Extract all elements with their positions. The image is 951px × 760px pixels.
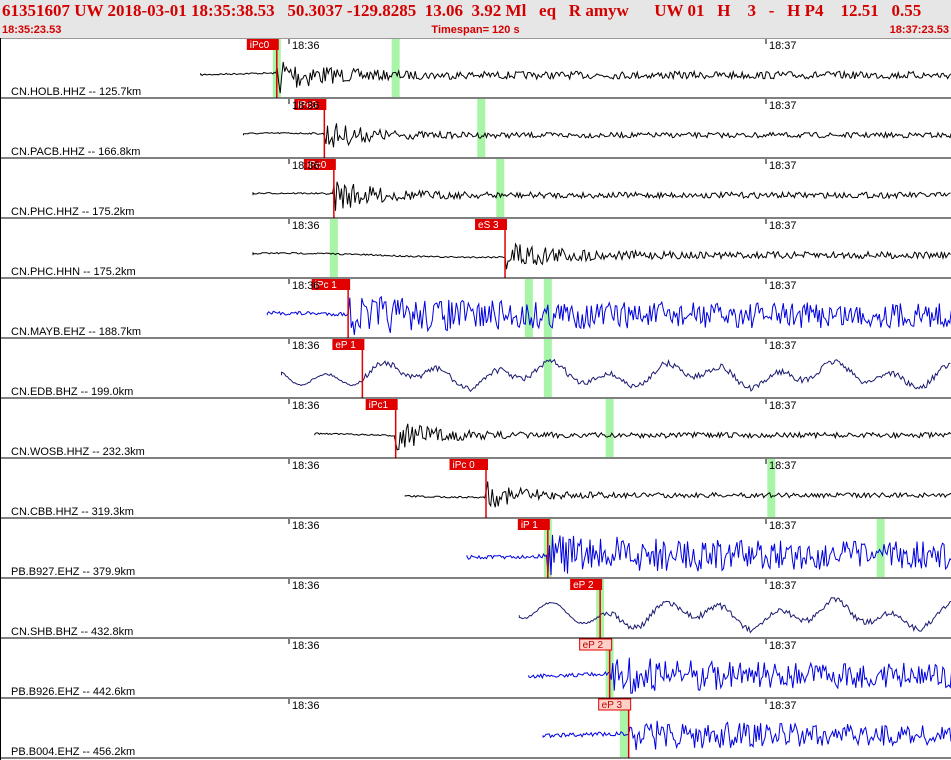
time-label: 18:36 [292, 580, 320, 592]
time-label: 18:37 [769, 520, 797, 532]
time-label: 18:36 [292, 400, 320, 412]
waveform-trace [252, 242, 951, 270]
time-label: 18:37 [769, 220, 797, 232]
station-label: CN.WOSB.HHZ -- 232.3km [11, 446, 145, 458]
waveform-trace [266, 295, 951, 336]
time-label: 18:36 [292, 520, 320, 532]
time-label: 18:36 [292, 40, 320, 52]
time-label: 18:37 [769, 460, 797, 472]
time-label: 18:36 [292, 220, 320, 232]
station-label: CN.PHC.HHN -- 175.2km [11, 266, 136, 278]
station-label: CN.PACB.HHZ -- 166.8km [11, 146, 140, 158]
time-label: 18:37 [769, 580, 797, 592]
station-label: CN.PHC.HHZ -- 175.2km [11, 206, 134, 218]
travel-time-marker [329, 219, 338, 277]
end-time-label: 18:37:23.53 [889, 24, 949, 36]
time-label: 18:36 [292, 100, 320, 112]
travel-time-marker [543, 339, 552, 397]
waveform-trace [281, 358, 951, 393]
station-label: PB.B927.EHZ -- 379.9km [11, 566, 135, 578]
pick-flag-label: iP 1 [521, 520, 538, 531]
waveform-trace [200, 61, 951, 94]
pick-flag-label: eP 2 [583, 640, 604, 651]
time-label: 18:37 [769, 280, 797, 292]
travel-time-marker [524, 279, 533, 337]
pick-flag-label: iPc1 [369, 400, 389, 411]
station-label: CN.MAYB.EHZ -- 188.7km [11, 326, 141, 338]
waveform-trace [243, 123, 951, 148]
time-label: 18:37 [769, 400, 797, 412]
event-summary-title: 61351607 UW 2018-03-01 18:35:38.53 50.30… [2, 1, 922, 20]
time-label: 18:37 [769, 100, 797, 112]
time-label: 18:36 [292, 280, 320, 292]
pick-flag-label: iPc0 [250, 40, 270, 51]
station-label: CN.CBB.HHZ -- 319.3km [11, 506, 134, 518]
time-label: 18:37 [769, 700, 797, 712]
time-label: 18:36 [292, 640, 320, 652]
travel-time-marker [391, 39, 400, 97]
time-label: 18:37 [769, 160, 797, 172]
timespan-label: Timespan= 120 s [431, 24, 520, 36]
time-label: 18:37 [769, 640, 797, 652]
waveform-trace [518, 597, 951, 634]
time-label: 18:36 [292, 460, 320, 472]
waveform-trace [252, 181, 951, 211]
time-label: 18:37 [769, 40, 797, 52]
time-label: 18:36 [292, 340, 320, 352]
pick-flag-label: eS 3 [478, 220, 499, 231]
pick-flag-label: eP 3 [602, 700, 623, 711]
event-header: 61351607 UW 2018-03-01 18:35:38.53 50.30… [0, 0, 951, 39]
waveform-trace [404, 481, 951, 508]
time-label: 18:37 [769, 340, 797, 352]
travel-time-marker [496, 159, 505, 217]
station-label: PB.B926.EHZ -- 442.6km [11, 686, 135, 698]
travel-time-marker [477, 99, 486, 157]
waveform-trace [314, 423, 951, 451]
seismogram-panels[interactable]: iPc0 18:36 18:37CN.HOLB.HHZ -- 125.7kmiPc0… [0, 38, 951, 760]
station-label: CN.EDB.BHZ -- 199.0km [11, 386, 133, 398]
station-label: CN.SHB.BHZ -- 432.8km [11, 626, 133, 638]
pick-flag-label: eP 1 [335, 340, 356, 351]
waveform-trace [528, 657, 951, 694]
station-label: CN.HOLB.HHZ -- 125.7km [11, 86, 141, 98]
time-label: 18:36 [292, 700, 320, 712]
waveform-trace [542, 720, 951, 751]
travel-time-marker [605, 399, 614, 457]
pick-flag-label: eP 2 [573, 580, 594, 591]
time-label: 18:36 [292, 160, 320, 172]
station-label: PB.B004.EHZ -- 456.2km [11, 746, 135, 758]
pick-flag-label: iPc 0 [453, 460, 476, 471]
